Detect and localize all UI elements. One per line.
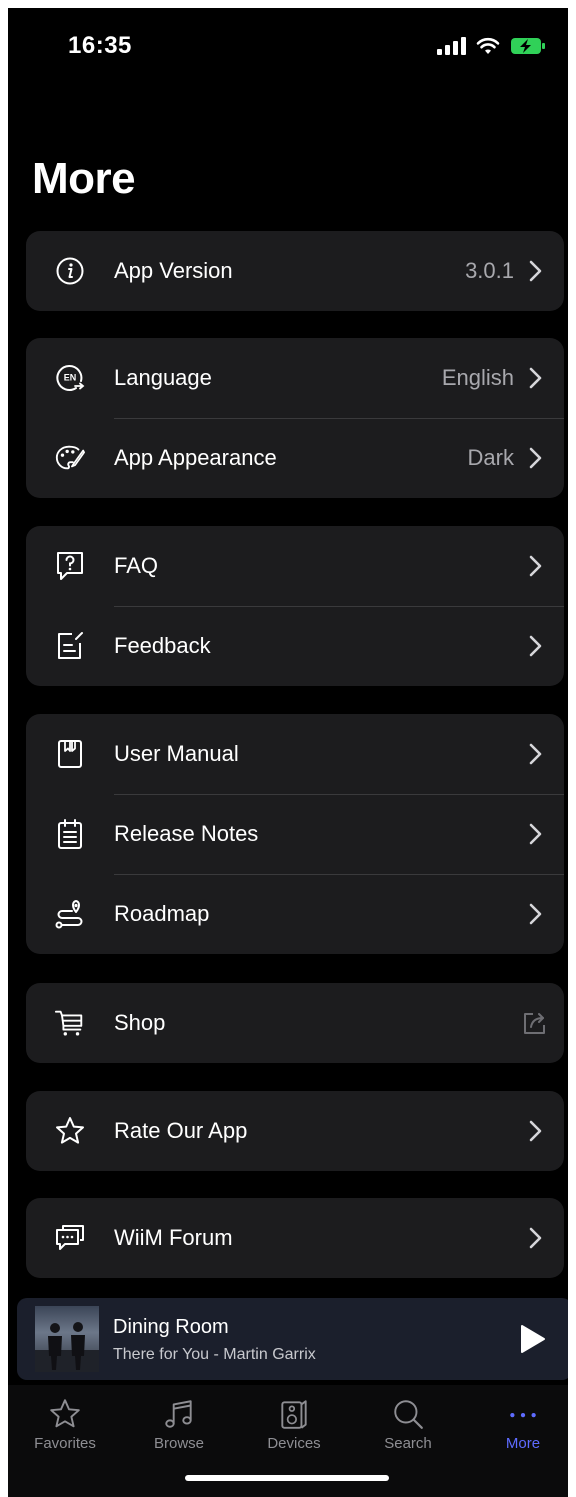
app-version-label: App Version — [114, 258, 233, 283]
chevron-right-icon — [529, 903, 542, 925]
release-notes-row[interactable]: Release Notes — [26, 794, 564, 874]
docs-group: User Manual Release Notes Roadmap — [26, 714, 564, 954]
tab-devices-label: Devices — [267, 1435, 321, 1452]
forum-chat-icon — [54, 1222, 86, 1254]
route-pin-icon — [54, 898, 86, 930]
tab-more-label: More — [505, 1435, 541, 1452]
external-link-icon — [524, 1013, 545, 1034]
tab-browse-label: Browse — [153, 1435, 205, 1452]
roadmap-row[interactable]: Roadmap — [26, 874, 564, 954]
play-icon[interactable] — [518, 1324, 546, 1354]
status-time: 16:35 — [68, 32, 132, 59]
phone-screen: 16:35 More App Version 3.0.1 EN Language… — [8, 8, 568, 1497]
music-note-icon — [165, 1400, 192, 1428]
wiim-forum-row[interactable]: WiiM Forum — [26, 1198, 564, 1278]
shop-label: Shop — [114, 1010, 166, 1035]
app-appearance-row[interactable]: App Appearance Dark — [26, 418, 564, 498]
tab-search[interactable]: Search — [358, 1397, 458, 1452]
tab-favorites-label: Favorites — [34, 1435, 96, 1452]
language-row[interactable]: EN Language English — [26, 338, 564, 418]
tab-search-label: Search — [384, 1435, 432, 1452]
tab-browse[interactable]: Browse — [129, 1397, 229, 1452]
shopping-cart-icon — [54, 1007, 86, 1039]
app-version-row[interactable]: App Version 3.0.1 — [26, 231, 564, 311]
now-playing-track: There for You - Martin Garrix — [113, 1346, 316, 1363]
album-art[interactable] — [35, 1306, 99, 1372]
now-playing-bar[interactable]: Dining Room There for You - Martin Garri… — [17, 1298, 568, 1380]
clipboard-notes-icon — [54, 818, 86, 850]
home-indicator[interactable] — [185, 1475, 389, 1481]
tab-more[interactable]: More — [473, 1397, 568, 1452]
user-manual-label: User Manual — [114, 741, 239, 766]
faq-row[interactable]: FAQ — [26, 526, 564, 606]
user-manual-row[interactable]: User Manual — [26, 714, 564, 794]
rate-our-app-label: Rate Our App — [114, 1118, 248, 1143]
search-icon — [394, 1400, 423, 1429]
shop-group: Shop — [26, 983, 564, 1063]
tab-devices[interactable]: Devices — [244, 1397, 344, 1452]
rate-our-app-row[interactable]: Rate Our App — [26, 1091, 564, 1171]
ellipsis-icon — [510, 1412, 536, 1418]
language-badge-text: EN — [64, 373, 77, 383]
release-notes-label: Release Notes — [114, 821, 259, 846]
feedback-label: Feedback — [114, 633, 211, 658]
palette-icon — [54, 442, 86, 474]
chevron-right-icon — [529, 743, 542, 765]
question-bubble-icon — [54, 550, 86, 582]
rate-group: Rate Our App — [26, 1091, 564, 1171]
chevron-right-icon — [529, 447, 542, 469]
battery-charging-icon — [511, 38, 545, 54]
page-title: More — [32, 154, 136, 203]
faq-label: FAQ — [114, 553, 159, 578]
shop-row[interactable]: Shop — [26, 983, 564, 1063]
roadmap-label: Roadmap — [114, 901, 210, 926]
feedback-row[interactable]: Feedback — [26, 606, 564, 686]
support-group: FAQ Feedback — [26, 526, 564, 686]
manual-book-icon — [54, 738, 86, 770]
star-icon — [50, 1399, 80, 1428]
settings-group: EN Language English App Appearance Dark — [26, 338, 564, 498]
app-appearance-value: Dark — [467, 445, 514, 470]
status-bar: 16:35 — [8, 8, 568, 88]
chevron-right-icon — [529, 555, 542, 577]
chevron-right-icon — [529, 823, 542, 845]
cellular-signal-icon — [437, 37, 466, 55]
now-playing-room: Dining Room — [113, 1316, 229, 1338]
tab-favorites[interactable]: Favorites — [15, 1397, 115, 1452]
speaker-icon — [281, 1400, 307, 1429]
info-icon — [54, 255, 86, 287]
version-group: App Version 3.0.1 — [26, 231, 564, 311]
chevron-right-icon — [529, 260, 542, 282]
language-value: English — [441, 365, 514, 390]
status-indicators — [437, 36, 546, 56]
star-icon — [54, 1115, 86, 1147]
chevron-right-icon — [529, 635, 542, 657]
wiim-forum-label: WiiM Forum — [114, 1225, 233, 1250]
feedback-edit-icon — [54, 630, 86, 662]
chevron-right-icon — [529, 1227, 542, 1249]
language-icon: EN — [54, 362, 86, 394]
chevron-right-icon — [529, 367, 542, 389]
language-label: Language — [114, 365, 212, 390]
app-version-value: 3.0.1 — [465, 258, 514, 283]
forum-group: WiiM Forum — [26, 1198, 564, 1278]
chevron-right-icon — [529, 1120, 542, 1142]
wifi-icon — [476, 37, 500, 54]
app-appearance-label: App Appearance — [114, 445, 277, 470]
